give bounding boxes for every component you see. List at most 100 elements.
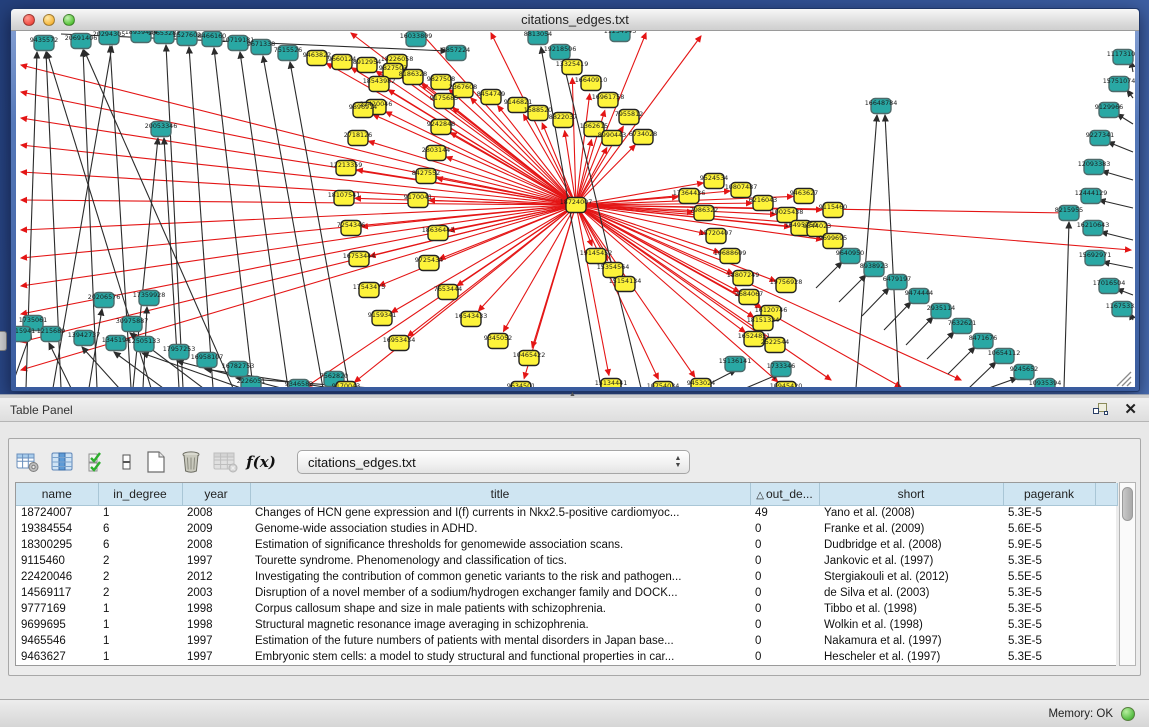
column-header-pagerank[interactable]: pagerank: [1003, 483, 1095, 505]
column-header-name[interactable]: name: [16, 483, 98, 505]
graph-node-label: 11675333: [1106, 302, 1135, 310]
graph-node-label: 20206576: [88, 293, 121, 301]
graph-node-label: 7857224: [442, 46, 470, 54]
graph-node-label: 9227341: [1086, 131, 1114, 139]
table-cell: 14569117: [16, 585, 98, 601]
float-window-icon[interactable]: [1092, 402, 1110, 418]
table-cell: 0: [750, 585, 819, 601]
citation-network-graph[interactable]: 9435572206914062029430518939424106532871…: [16, 31, 1135, 387]
select-columns-icon[interactable]: [50, 449, 76, 475]
graph-node-label: 9435572: [30, 36, 58, 44]
table-row[interactable]: 2242004622012Investigating the contribut…: [16, 569, 1117, 585]
table-cell: Hescheler et al. (1997): [819, 649, 1003, 665]
graph-node-label: 19756928: [770, 278, 803, 286]
graph-node-label: 8938923: [860, 262, 888, 270]
graph-node-label: 11254945: [604, 31, 637, 35]
table-row[interactable]: 1872400712008Changes of HCN gene express…: [16, 505, 1117, 521]
graph-node-label: 15692971: [1079, 251, 1112, 259]
table-cell: Franke et al. (2009): [819, 521, 1003, 537]
dropdown-arrows-icon: ▲▼: [671, 455, 689, 469]
import-table-icon[interactable]: [213, 449, 239, 475]
graph-node-label: 16961758: [592, 93, 625, 101]
table-row[interactable]: 1830029562008Estimation of significance …: [16, 537, 1117, 553]
column-header-year[interactable]: year: [182, 483, 250, 505]
graph-node-label: 9453024: [687, 379, 715, 387]
graph-node-label: 9524534: [700, 174, 728, 182]
table-vertical-scrollbar[interactable]: [1119, 482, 1136, 666]
network-canvas[interactable]: 9435572206914062029430518939424106532871…: [16, 31, 1135, 387]
node-attribute-table[interactable]: namein_degreeyeartitle△out_de...shortpag…: [15, 482, 1116, 666]
table-cell: 5.3E-5: [1003, 617, 1095, 633]
table-cell: 18724007: [16, 505, 98, 521]
graph-node-label: 1735061: [19, 316, 47, 324]
column-header-out_de...[interactable]: △out_de...: [750, 483, 819, 505]
table-cell: 5.3E-5: [1003, 649, 1095, 665]
graph-node-label: 9827508: [427, 75, 455, 83]
function-builder-icon[interactable]: f(x): [248, 449, 274, 475]
network-view-window[interactable]: citations_edges.txt 9435572206: [10, 8, 1140, 392]
row-height-icon[interactable]: [120, 449, 134, 475]
table-cell: Genome-wide association studies in ADHD.: [250, 521, 750, 537]
table-toolbar: f(x) citations_edges.txt ▲▼: [15, 445, 690, 479]
graph-node-label: 12213359: [330, 161, 363, 169]
table-row[interactable]: 1456911722003Disruption of a novel membe…: [16, 585, 1117, 601]
column-header-spacer: [1095, 483, 1117, 505]
table-select-dropdown[interactable]: citations_edges.txt ▲▼: [297, 450, 690, 474]
scrollbar-thumb[interactable]: [1122, 487, 1133, 521]
graph-node-label: 9474444: [905, 289, 933, 297]
table-row[interactable]: 911546021997Tourette syndrome. Phenomeno…: [16, 553, 1117, 569]
graph-node-label: 16953434: [383, 336, 416, 344]
graph-node-label: 1362615: [580, 122, 608, 130]
table-cell: [1095, 521, 1117, 537]
table-row[interactable]: 969969511998Structural magnetic resonanc…: [16, 617, 1117, 633]
graph-node-label: 16543433: [455, 312, 488, 320]
graph-node-label: 16640910: [575, 76, 608, 84]
graph-node-label: 17364436: [673, 189, 706, 197]
graph-node-label: 8454749: [477, 90, 505, 98]
table-cell: 1: [98, 601, 182, 617]
table-cell: 5.9E-5: [1003, 537, 1095, 553]
window-resize-grip[interactable]: [1117, 372, 1131, 386]
table-settings-icon[interactable]: [15, 449, 41, 475]
graph-node-label: 10945420: [770, 382, 803, 387]
table-row[interactable]: 946554611997Estimation of the future num…: [16, 633, 1117, 649]
window-titlebar[interactable]: citations_edges.txt: [11, 9, 1139, 31]
table-cell: 2012: [182, 569, 250, 585]
table-row[interactable]: 946362711997Embryonic stem cells: a mode…: [16, 649, 1117, 665]
graph-node-label: 7254346: [337, 221, 365, 229]
table-cell: 2003: [182, 585, 250, 601]
table-row[interactable]: 977716911998Corpus callosum shape and si…: [16, 601, 1117, 617]
cytoscape-desktop: citations_edges.txt 9435572206: [0, 0, 1149, 397]
graph-node-label: 2522544: [761, 338, 789, 346]
table-panel-header: Table Panel ✕: [0, 398, 1149, 422]
table-row[interactable]: 1938455462009Genome-wide association stu…: [16, 521, 1117, 537]
graph-node-label: 1733346: [767, 362, 795, 370]
graph-node-label: 1345194: [102, 336, 130, 344]
select-all-columns-icon[interactable]: [85, 449, 111, 475]
status-bar: Memory: OK: [0, 699, 1149, 727]
collapsed-panel-handle[interactable]: [0, 331, 7, 351]
table-cell: Tibbo et al. (1998): [819, 601, 1003, 617]
table-cell: 5.3E-5: [1003, 553, 1095, 569]
graph-node-label: 9896914: [349, 103, 377, 111]
graph-node-label: 18151324: [747, 316, 780, 324]
column-header-in_degree[interactable]: in_degree: [98, 483, 182, 505]
memory-ok-indicator[interactable]: [1121, 707, 1135, 721]
graph-node-label: 20294305: [93, 31, 126, 38]
table-cell: Dudbridge et al. (2008): [819, 537, 1003, 553]
graph-node-label: 8822037: [549, 113, 577, 121]
graph-node-label: 2367608: [449, 83, 477, 91]
graph-node-label: 11173106: [1107, 50, 1135, 58]
graph-node-label: 10935394: [1029, 379, 1062, 387]
column-header-short[interactable]: short: [819, 483, 1003, 505]
splitter-grip-icon[interactable]: ▲: [569, 391, 576, 398]
column-header-title[interactable]: title: [250, 483, 750, 505]
graph-node-label: 16958107: [191, 353, 224, 361]
close-icon[interactable]: ✕: [1124, 402, 1137, 417]
table-cell: 5.6E-5: [1003, 521, 1095, 537]
table-cell: 2: [98, 569, 182, 585]
graph-node-label: 17016504: [1093, 279, 1126, 287]
new-table-icon[interactable]: [143, 449, 169, 475]
delete-table-icon[interactable]: [178, 449, 204, 475]
graph-node-label: 9671338: [247, 40, 275, 48]
